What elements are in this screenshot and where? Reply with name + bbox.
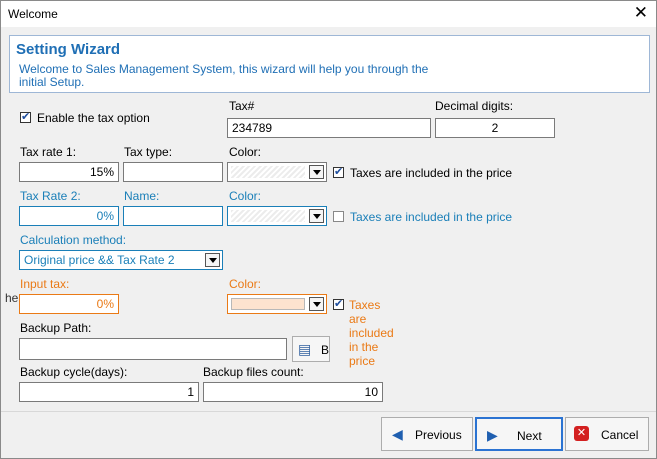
included-2-label: Taxes are included in the price [350, 210, 513, 224]
chevron-down-icon[interactable] [309, 297, 324, 311]
close-icon[interactable]: ✕ [634, 4, 648, 22]
next-button[interactable]: ▶ Next [475, 417, 563, 451]
color-swatch [231, 298, 305, 310]
enable-tax-label: Enable the tax option [37, 111, 150, 125]
wizard-header: Setting Wizard Welcome to Sales Manageme… [9, 35, 650, 93]
next-label: Next [517, 429, 542, 443]
folder-icon: ▤ [298, 341, 312, 357]
cancel-button[interactable]: ✕ Cancel [565, 417, 649, 451]
calculation-method-select[interactable]: Original price && Tax Rate 2 [19, 250, 223, 270]
tax-number-label: Tax# [229, 99, 255, 113]
calculation-method-label: Calculation method: [20, 233, 127, 247]
chevron-down-icon[interactable] [309, 165, 324, 179]
color-swatch [231, 210, 305, 222]
included-3-checkbox[interactable]: ✔ [333, 299, 344, 310]
cancel-icon: ✕ [574, 426, 589, 441]
backup-count-label: Backup files count: [203, 365, 304, 379]
wizard-window: Welcome ✕ Setting Wizard Welcome to Sale… [0, 0, 657, 459]
cancel-label: Cancel [601, 428, 639, 442]
color-1-combo[interactable] [227, 162, 327, 182]
browse-button[interactable]: ▤ Br [292, 336, 330, 362]
decimal-digits-input[interactable]: 2 [435, 118, 555, 138]
arrow-left-icon: ◀ [392, 426, 403, 442]
wizard-description: Welcome to Sales Management System, this… [19, 62, 429, 89]
color-2-combo[interactable] [227, 206, 327, 226]
included-3-label: Taxes are included in the price [349, 298, 394, 368]
wizard-client-area: Setting Wizard Welcome to Sales Manageme… [1, 27, 656, 458]
input-tax-label: Input tax: [20, 277, 70, 291]
color-3-combo[interactable] [227, 294, 327, 314]
browse-label: Br [321, 343, 330, 357]
color-2-label: Color: [229, 189, 262, 203]
name-label: Name: [124, 189, 160, 203]
decimal-digits-label: Decimal digits: [435, 99, 514, 113]
color-3-label: Color: [229, 277, 262, 291]
tax-rate-2-input[interactable]: 0% [19, 206, 119, 226]
title-bar: Welcome ✕ [1, 1, 656, 27]
tax-rate-1-input[interactable]: 15% [19, 162, 119, 182]
tax-number-input[interactable]: 234789 [227, 118, 431, 138]
backup-cycle-label: Backup cycle(days): [20, 365, 128, 379]
color-1-label: Color: [229, 145, 262, 159]
backup-path-label: Backup Path: [20, 321, 92, 335]
included-1-checkbox[interactable]: ✔ [333, 167, 344, 178]
input-tax-input[interactable]: 0% [19, 294, 119, 314]
previous-button[interactable]: ◀ Previous [381, 417, 473, 451]
tax-type-input[interactable] [123, 162, 223, 182]
tax-rate-1-label: Tax rate 1: [20, 145, 77, 159]
chevron-down-icon[interactable] [309, 209, 324, 223]
color-swatch [231, 166, 305, 178]
wizard-title: Setting Wizard [16, 41, 121, 58]
arrow-right-icon: ▶ [487, 427, 498, 443]
backup-count-input[interactable]: 10 [203, 382, 383, 402]
tax-rate-2-label: Tax Rate 2: [20, 189, 81, 203]
tax-name-input[interactable] [123, 206, 223, 226]
backup-path-input[interactable] [19, 338, 287, 360]
tax-type-label: Tax type: [124, 145, 173, 159]
overlap-text: he [5, 291, 19, 305]
enable-tax-checkbox[interactable]: ✔ [20, 112, 31, 123]
footer-divider [1, 411, 656, 412]
included-2-checkbox[interactable] [333, 211, 344, 222]
window-title: Welcome [8, 7, 58, 21]
chevron-down-icon[interactable] [205, 253, 220, 267]
previous-label: Previous [415, 428, 462, 442]
included-1-label: Taxes are included in the price [350, 166, 513, 180]
calculation-method-value: Original price && Tax Rate 2 [24, 253, 175, 267]
backup-cycle-input[interactable]: 1 [19, 382, 199, 402]
